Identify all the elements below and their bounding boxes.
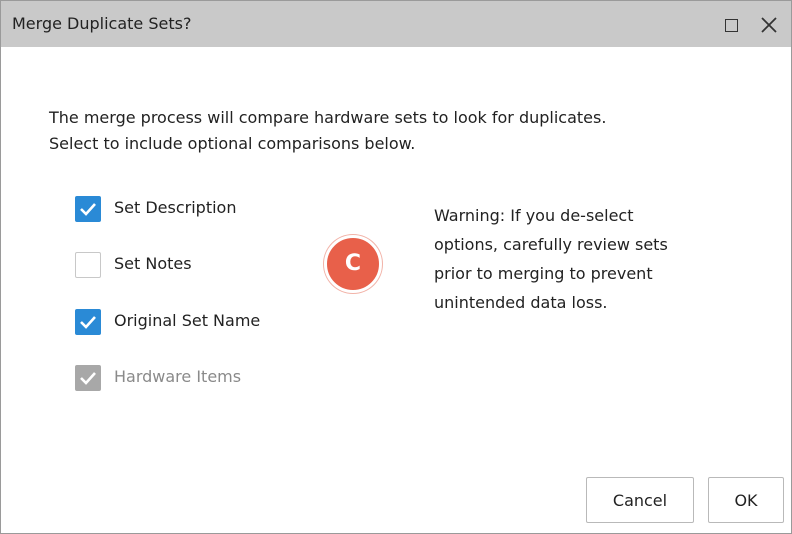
dialog-title: Merge Duplicate Sets?	[12, 14, 192, 33]
cancel-button[interactable]: Cancel	[586, 477, 694, 523]
option-label: Original Set Name	[114, 311, 261, 330]
warning-line: prior to merging to prevent	[434, 264, 653, 283]
option-label: Set Notes	[114, 254, 192, 273]
close-icon[interactable]	[759, 15, 779, 35]
checkmark-icon	[80, 316, 96, 329]
title-bar: Merge Duplicate Sets?	[1, 1, 791, 47]
warning-line: Warning: If you de-select	[434, 206, 634, 225]
checkmark-icon	[80, 372, 96, 385]
original-set-name-checkbox[interactable]	[75, 309, 101, 335]
ok-button[interactable]: OK	[708, 477, 784, 523]
description-line: Select to include optional comparisons b…	[49, 134, 416, 153]
hardware-items-checkbox	[75, 365, 101, 391]
checkmark-icon	[80, 203, 96, 216]
dialog-description: The merge process will compare hardware …	[49, 105, 769, 157]
set-description-checkbox[interactable]	[75, 196, 101, 222]
warning-line: unintended data loss.	[434, 293, 608, 312]
option-label: Hardware Items	[114, 367, 242, 386]
merge-dialog: Merge Duplicate Sets? The merge process …	[0, 0, 792, 534]
warning-line: options, carefully review sets	[434, 235, 668, 254]
set-notes-checkbox[interactable]	[75, 252, 101, 278]
option-label: Set Description	[114, 198, 237, 217]
step-badge: C	[324, 235, 382, 293]
description-line: The merge process will compare hardware …	[49, 108, 607, 127]
badge-letter: C	[344, 251, 362, 276]
maximize-icon[interactable]	[725, 19, 738, 32]
warning-text: Warning: If you de-select options, caref…	[434, 201, 754, 317]
